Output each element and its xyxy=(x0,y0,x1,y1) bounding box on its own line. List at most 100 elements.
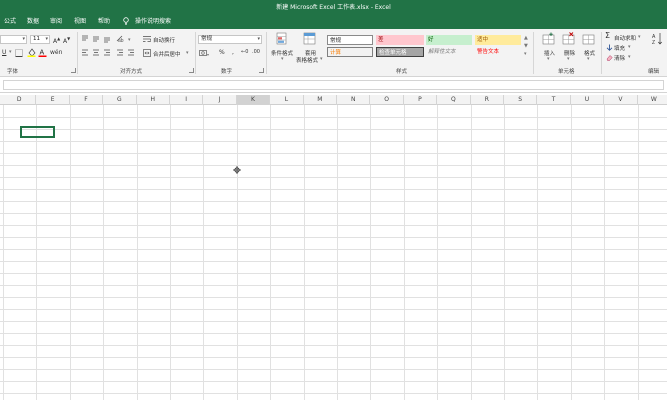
autosum-icon[interactable]: Σ xyxy=(605,31,610,40)
column-header-V[interactable]: V xyxy=(604,95,638,105)
column-header-Q[interactable]: Q xyxy=(437,95,471,105)
percent-style-button[interactable]: % xyxy=(219,49,225,56)
font-size-combo[interactable]: 11 ▾ xyxy=(30,35,50,44)
font-color-icon[interactable]: A xyxy=(38,48,47,57)
column-header-G[interactable]: G xyxy=(103,95,137,105)
comma-style-button[interactable]: , xyxy=(232,49,234,56)
group-separator xyxy=(195,32,196,74)
clear-dropdown[interactable]: ▾ xyxy=(628,54,631,60)
tab-formulas[interactable]: 公式 xyxy=(4,15,16,29)
underline-dropdown[interactable]: ▾ xyxy=(9,49,12,55)
increase-decimal-button[interactable]: ←0 xyxy=(241,49,248,55)
column-header-row: DEFGHIJKLMNOPQRSTUVW xyxy=(0,95,667,105)
window-title: 新建 Microsoft Excel 工作表.xlsx - Excel xyxy=(276,4,391,11)
autosum-dropdown[interactable]: ▾ xyxy=(638,34,641,40)
autosum-button[interactable]: 自动求和 xyxy=(614,34,636,42)
column-header-M[interactable]: M xyxy=(304,95,337,105)
group-separator xyxy=(266,32,267,74)
underline-button[interactable]: U xyxy=(2,49,6,56)
tell-me-search[interactable]: 操作说明搜索 xyxy=(135,15,171,29)
worksheet-grid[interactable] xyxy=(0,105,667,400)
cell-style-good[interactable]: 好 xyxy=(426,35,472,45)
vertical-align-icons[interactable]: ab ▾ xyxy=(81,35,136,43)
decrease-decimal-button[interactable]: .00 xyxy=(252,49,260,55)
delete-cells-icon[interactable] xyxy=(562,32,576,46)
merge-dropdown[interactable]: ▾ xyxy=(186,50,189,56)
format-cells-icon[interactable] xyxy=(582,32,596,46)
cell-style-normal[interactable]: 常规 xyxy=(327,35,373,45)
group-separator xyxy=(601,32,602,74)
wrap-text-icon[interactable] xyxy=(143,35,151,43)
shrink-font-button[interactable]: A▼ xyxy=(63,36,70,45)
column-header-W[interactable]: W xyxy=(638,95,667,105)
number-format-combo[interactable]: 常规 ▾ xyxy=(198,35,262,44)
column-header-D[interactable]: D xyxy=(3,95,37,105)
column-header-J[interactable]: J xyxy=(203,95,237,105)
tab-data[interactable]: 数据 xyxy=(27,15,39,29)
format-as-table-button[interactable]: 表格格式 xyxy=(296,56,318,64)
column-header-R[interactable]: R xyxy=(471,95,504,105)
column-header-S[interactable]: S xyxy=(504,95,538,105)
group-separator xyxy=(533,32,534,74)
border-icon[interactable] xyxy=(15,49,23,57)
eraser-icon[interactable] xyxy=(606,54,613,61)
wrap-text-button[interactable]: 自动换行 xyxy=(153,36,175,44)
number-dialog-launcher[interactable] xyxy=(259,68,264,73)
insert-dropdown[interactable]: ▾ xyxy=(547,56,550,62)
format-as-table-dropdown[interactable]: ▾ xyxy=(320,56,323,62)
fill-down-icon[interactable] xyxy=(606,44,613,51)
conditional-format-dropdown[interactable]: ▾ xyxy=(281,56,284,62)
alignment-group-label: 对齐方式 xyxy=(120,69,143,75)
grow-font-button[interactable]: A▲ xyxy=(53,36,60,45)
fill-button[interactable]: 填充 xyxy=(614,44,625,52)
svg-text:Z: Z xyxy=(652,40,655,46)
column-header-N[interactable]: N xyxy=(337,95,371,105)
cell-style-explanatory[interactable]: 解释性文本 xyxy=(426,47,472,57)
accounting-format-icon[interactable]: ▾ xyxy=(199,49,209,57)
tab-review[interactable]: 审阅 xyxy=(50,15,62,29)
column-header-I[interactable]: I xyxy=(170,95,204,105)
active-cell[interactable] xyxy=(20,126,55,138)
insert-cells-icon[interactable] xyxy=(542,32,556,46)
font-dialog-launcher[interactable] xyxy=(71,68,76,73)
alignment-dialog-launcher[interactable] xyxy=(189,68,194,73)
font-name-combo[interactable]: ▾ xyxy=(0,35,27,44)
column-header-P[interactable]: P xyxy=(404,95,438,105)
clear-button[interactable]: 清除 xyxy=(614,54,625,62)
fill-dropdown[interactable]: ▾ xyxy=(628,44,631,50)
conditional-format-icon[interactable] xyxy=(276,32,290,46)
cell-style-bad[interactable]: 差 xyxy=(376,35,424,45)
svg-text:ab: ab xyxy=(118,38,124,43)
column-header-K[interactable]: K xyxy=(236,95,271,105)
styles-gallery-more[interactable]: ▾ xyxy=(524,51,527,57)
column-header-U[interactable]: U xyxy=(571,95,605,105)
tab-help[interactable]: 帮助 xyxy=(98,15,110,29)
tab-view[interactable]: 视图 xyxy=(74,15,86,29)
phonetic-button[interactable]: wén xyxy=(50,49,62,56)
cell-style-check-cell[interactable]: 检查单元格 xyxy=(376,47,424,57)
cell-style-warning[interactable]: 警告文本 xyxy=(475,47,521,57)
editing-group-label: 编辑 xyxy=(648,69,660,75)
fill-color-icon[interactable] xyxy=(27,48,36,57)
column-header-E[interactable]: E xyxy=(36,95,70,105)
merge-center-button[interactable]: 合并后居中 xyxy=(153,50,181,58)
cell-style-calculation[interactable]: 计算 xyxy=(327,47,373,57)
ribbon: ▾ 11 ▾ A▲ A▼ U ▾ A wén 字体 ab ▾ 自动换行 合并后居… xyxy=(0,29,667,77)
column-header-H[interactable]: H xyxy=(137,95,170,105)
horizontal-align-icons[interactable] xyxy=(81,49,136,57)
column-header-O[interactable]: O xyxy=(370,95,404,105)
format-dropdown[interactable]: ▾ xyxy=(587,56,590,62)
styles-group-label: 样式 xyxy=(396,69,408,75)
column-header-F[interactable]: F xyxy=(70,95,104,105)
column-header-L[interactable]: L xyxy=(270,95,304,105)
number-group-label: 数字 xyxy=(221,69,233,75)
sort-filter-icon[interactable]: A Z xyxy=(652,32,664,46)
delete-dropdown[interactable]: ▾ xyxy=(567,56,570,62)
column-header-T[interactable]: T xyxy=(537,95,571,105)
formula-input[interactable] xyxy=(3,80,664,90)
format-as-table-icon[interactable] xyxy=(303,32,317,46)
cell-style-neutral[interactable]: 适中 xyxy=(475,35,521,45)
styles-scroll-down[interactable]: ▼ xyxy=(524,43,528,49)
styles-scroll-up[interactable]: ▲ xyxy=(524,35,528,41)
merge-cells-icon[interactable] xyxy=(143,49,151,57)
